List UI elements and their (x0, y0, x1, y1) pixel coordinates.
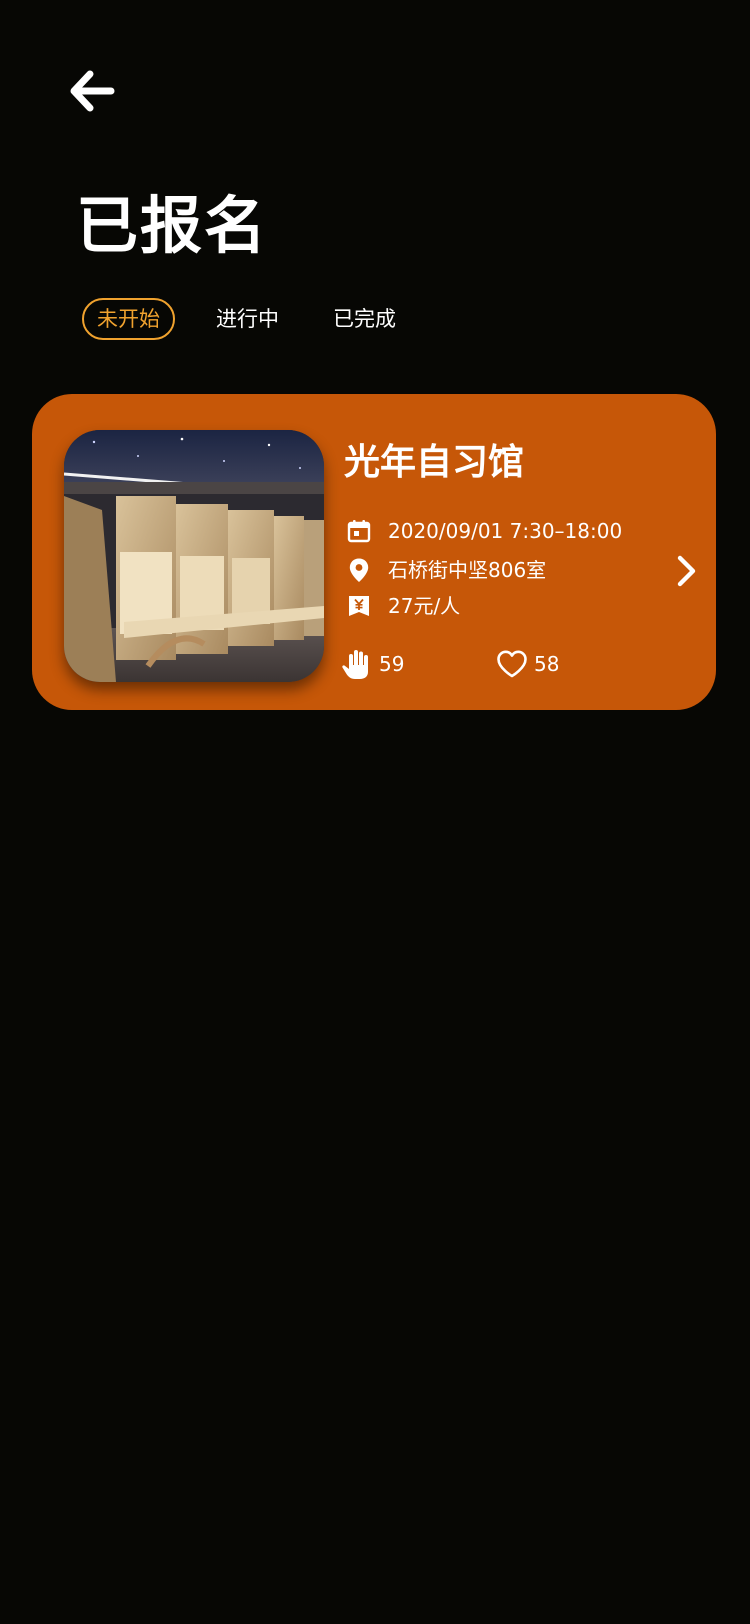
back-button[interactable] (66, 66, 118, 118)
event-card[interactable]: 光年自习馆 2020/09/01 7:30–18:00 石桥街中坚806室 27… (32, 394, 716, 710)
raised-hand-icon (342, 650, 368, 679)
event-time: 2020/09/01 7:30–18:00 (388, 519, 623, 543)
arrow-left-icon (70, 70, 115, 112)
yuan-ticket-icon (344, 591, 374, 621)
venue-name: 光年自习馆 (344, 442, 525, 483)
tab-in-progress[interactable]: 进行中 (216, 298, 279, 340)
chevron-right-icon (677, 555, 696, 587)
event-address-row: 石桥街中坚806室 (344, 555, 546, 585)
open-detail-button[interactable] (672, 554, 702, 588)
location-pin-icon (344, 555, 374, 585)
like-stat[interactable]: 58 (495, 646, 559, 682)
raise-hand-count: 59 (379, 652, 405, 676)
venue-photo (64, 430, 324, 682)
like-count: 58 (534, 652, 560, 676)
event-price: 27元/人 (388, 594, 461, 618)
page-title: 已报名 (76, 189, 269, 262)
calendar-icon (344, 516, 374, 546)
event-price-row: 27元/人 (344, 591, 460, 621)
event-time-row: 2020/09/01 7:30–18:00 (344, 516, 622, 546)
event-address: 石桥街中坚806室 (388, 558, 547, 582)
tab-completed[interactable]: 已完成 (333, 298, 396, 340)
raise-hand-stat[interactable]: 59 (340, 646, 404, 682)
status-tabs: 未开始 进行中 已完成 (82, 298, 396, 340)
heart-icon (497, 650, 527, 678)
tab-not-started[interactable]: 未开始 (82, 298, 175, 340)
